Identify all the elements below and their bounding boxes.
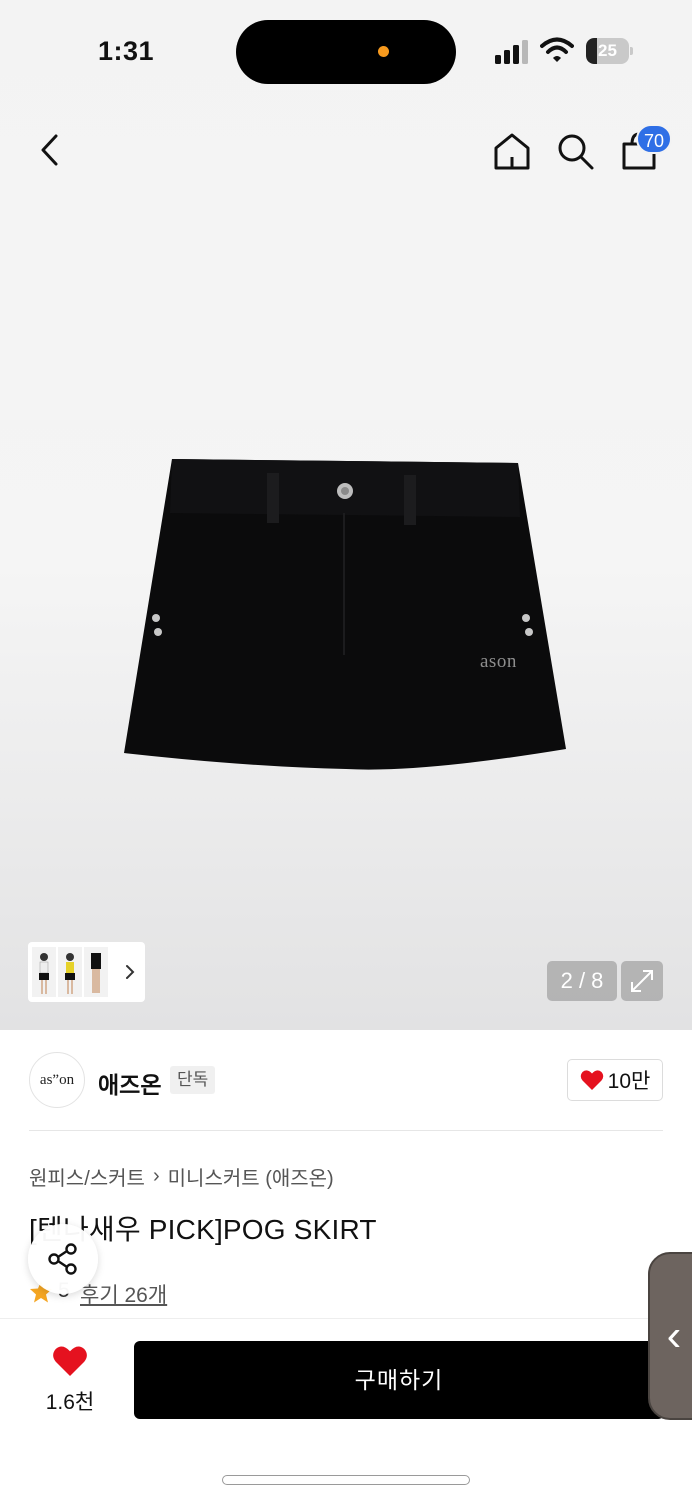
battery-level: 25 [598,41,617,60]
product-gallery[interactable]: 1:31 25 70 ason 2 / 8 [0,0,692,1030]
share-button[interactable] [28,1224,98,1294]
back-button[interactable] [28,128,72,172]
back-icon [41,134,58,166]
privacy-indicator [378,46,389,57]
cart-count-badge: 70 [636,124,673,154]
side-drawer-tab[interactable]: ‹ [648,1252,692,1420]
breadcrumb: 원피스/스커트 › 미니스커트 (애즈온) [29,1162,334,1191]
thumbnail-strip[interactable] [28,942,145,1002]
status-time: 1:31 [98,36,155,66]
buy-button[interactable]: 구매하기 [134,1341,664,1419]
breadcrumb-subcategory[interactable]: 미니스커트 (애즈온) [168,1162,334,1191]
image-pager: 2 / 8 [547,961,617,1001]
review-link[interactable]: 후기 26개 [80,1279,167,1309]
chevron-right-icon: › [152,1165,160,1187]
chevron-left-icon: ‹ [666,1311,682,1360]
home-button[interactable] [488,128,536,174]
home-icon [494,133,530,170]
expand-button[interactable] [621,961,663,1001]
share-icon [48,1243,77,1275]
thumbnail[interactable] [84,947,108,997]
brand-like-count: 10만 [607,1070,651,1093]
breadcrumb-category[interactable]: 원피스/스커트 [29,1162,145,1191]
wifi-icon [540,37,574,62]
chevron-right-icon[interactable] [120,958,140,986]
signal-icon [495,40,528,64]
skirt-image [124,459,566,770]
brand-logo[interactable]: as”on [29,1052,85,1108]
wish-count: 1.6천 [45,1391,95,1414]
brand-like-button[interactable]: 10만 [567,1059,663,1101]
product-page: 1:31 25 70 ason 2 / 8 as”on 애즈온 단독 10만 원… [0,0,692,1500]
heart-icon [580,1070,603,1090]
heart-icon [53,1346,87,1376]
wish-button[interactable]: 1.6천 [30,1344,110,1414]
thumbnail[interactable] [58,947,82,997]
search-button[interactable] [552,128,598,174]
expand-icon [631,970,653,992]
product-photo[interactable]: ason [120,455,572,775]
thumbnail[interactable] [32,947,56,997]
brand-name[interactable]: 애즈온 [98,1066,161,1100]
home-indicator[interactable] [222,1475,470,1485]
dynamic-island [236,20,456,84]
exclusive-badge: 단독 [170,1066,216,1094]
skirt-logo: ason [480,651,517,672]
search-icon [558,134,594,170]
battery-icon: 25 [586,38,634,64]
divider [29,1130,663,1131]
